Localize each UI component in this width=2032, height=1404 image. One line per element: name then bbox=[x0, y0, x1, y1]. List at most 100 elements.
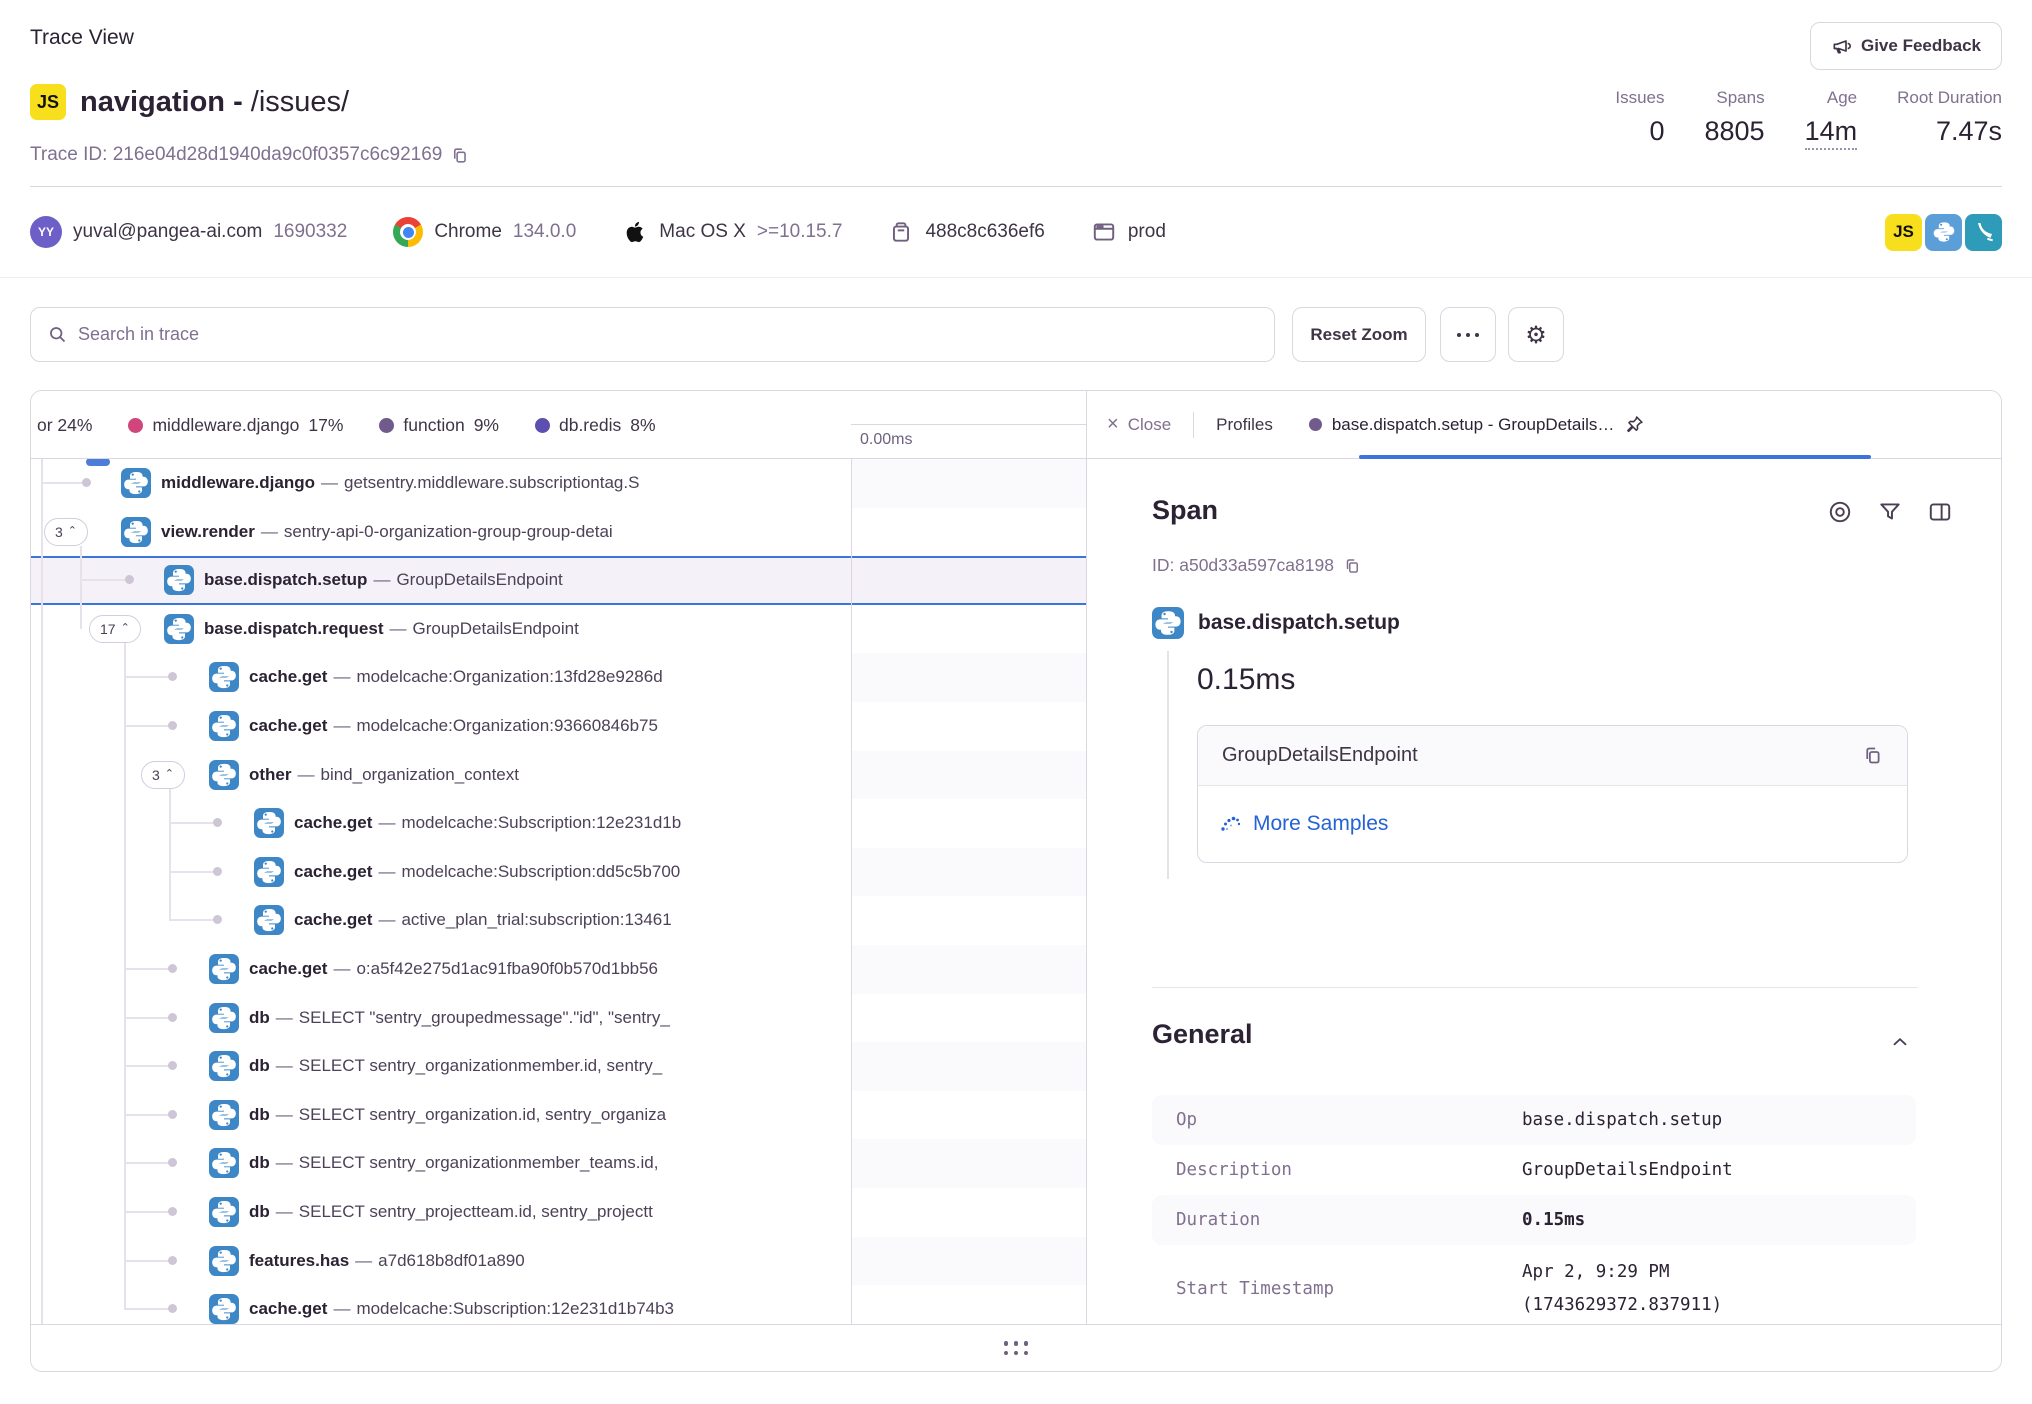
span-description: active_plan_trial:subscription:13461 bbox=[401, 910, 671, 929]
span-id-label: ID: a50d33a597ca8198 bbox=[1152, 555, 1334, 576]
tree-connector bbox=[124, 1211, 172, 1213]
stat-issues: Issues 0 bbox=[1615, 88, 1664, 150]
settings-gear-button[interactable]: ⚙ bbox=[1508, 307, 1564, 362]
op-desc-separator: — bbox=[367, 570, 396, 589]
span-name-cell: 3 ⌃ other—bind_organization_context bbox=[31, 751, 851, 800]
span-description: getsentry.middleware.subscriptiontag.S bbox=[344, 473, 639, 492]
kv-value: 0.15ms bbox=[1522, 1210, 1892, 1230]
span-description: SELECT sentry_organization.id, sentry_or… bbox=[299, 1105, 666, 1124]
span-op: cache.get bbox=[294, 813, 372, 832]
general-row-op: Opbase.dispatch.setup bbox=[1152, 1095, 1916, 1145]
span-op-name: base.dispatch.setup bbox=[1198, 611, 1400, 635]
trace-id: Trace ID: 216e04d28d1940da9c0f0357c6c921… bbox=[30, 144, 469, 166]
close-icon: × bbox=[1107, 413, 1119, 436]
tree-connector-dot bbox=[213, 867, 222, 876]
more-samples-link[interactable]: More Samples bbox=[1253, 812, 1388, 836]
legend-color-dot bbox=[128, 418, 143, 433]
tree-connector bbox=[41, 482, 86, 484]
span-description: modelcache:Organization:13fd28e9286d bbox=[356, 667, 662, 686]
trace-title-row: JS navigation - /issues/ bbox=[30, 84, 349, 120]
span-description: SELECT sentry_organizationmember_teams.i… bbox=[299, 1153, 659, 1172]
span-op: cache.get bbox=[294, 862, 372, 881]
span-name-cell: cache.get—modelcache:Organization:936608… bbox=[31, 702, 851, 751]
ops-breakdown-legend: or 24% middleware.django17% function9% d… bbox=[37, 391, 849, 459]
tree-connector bbox=[169, 919, 217, 921]
give-feedback-button[interactable]: Give Feedback bbox=[1810, 22, 2002, 70]
timeline-column-divider[interactable] bbox=[851, 391, 852, 1324]
span-op-color-dot bbox=[1309, 418, 1322, 431]
span-name-cell: 3 ⌃ view.render—sentry-api-0-organizatio… bbox=[31, 508, 851, 557]
span-op-row: base.dispatch.setup bbox=[1152, 607, 1400, 639]
tab-profiles[interactable]: Profiles bbox=[1216, 415, 1273, 435]
stat-value[interactable]: 14m bbox=[1805, 116, 1858, 150]
focus-icon[interactable] bbox=[1827, 499, 1853, 525]
browser-version: 134.0.0 bbox=[513, 221, 576, 243]
expand-collapse-badge[interactable]: 3 ⌃ bbox=[44, 518, 88, 546]
user-id: 1690332 bbox=[273, 221, 347, 243]
span-description: sentry-api-0-organization-group-group-de… bbox=[284, 522, 613, 541]
close-label: Close bbox=[1128, 415, 1171, 435]
give-feedback-label: Give Feedback bbox=[1861, 36, 1981, 56]
close-drawer-button[interactable]: × Close bbox=[1107, 413, 1171, 436]
platform-badge-python bbox=[1925, 214, 1962, 251]
span-op: db bbox=[249, 1153, 270, 1172]
child-count: 3 bbox=[152, 767, 160, 783]
reset-zoom-button[interactable]: Reset Zoom bbox=[1292, 307, 1426, 362]
resize-handle[interactable] bbox=[1004, 1341, 1029, 1355]
expand-collapse-badge[interactable]: 17 ⌃ bbox=[89, 615, 141, 643]
legend-label: middleware.django bbox=[152, 415, 299, 436]
legend-item-clipped: or 24% bbox=[37, 415, 92, 436]
row-stripe bbox=[851, 1237, 1086, 1286]
trace-waterfall-panel: or 24% middleware.django17% function9% d… bbox=[30, 390, 2002, 1372]
os-meta: Mac OS X >=10.15.7 bbox=[622, 219, 842, 245]
pin-icon[interactable] bbox=[1624, 414, 1645, 435]
copy-icon[interactable] bbox=[450, 146, 469, 165]
op-desc-separator: — bbox=[372, 813, 401, 832]
python-icon bbox=[254, 857, 284, 887]
search-input[interactable] bbox=[78, 324, 1258, 345]
row-stripe bbox=[851, 1042, 1086, 1091]
op-desc-separator: — bbox=[384, 619, 413, 638]
op-desc-separator: — bbox=[315, 473, 344, 492]
span-description: a7d618b8df01a890 bbox=[378, 1251, 525, 1270]
split-panel-icon[interactable] bbox=[1927, 499, 1953, 525]
span-op: features.has bbox=[249, 1251, 349, 1270]
span-duration: 0.15ms bbox=[1197, 663, 1295, 697]
span-op: cache.get bbox=[294, 910, 372, 929]
span-name-cell: base.dispatch.setup—GroupDetailsEndpoint bbox=[31, 556, 851, 605]
span-name-cell: db—SELECT "sentry_groupedmessage"."id", … bbox=[31, 994, 851, 1043]
tree-connector-dot bbox=[168, 1110, 177, 1119]
python-icon bbox=[209, 711, 239, 741]
chevron-up-icon: ⌃ bbox=[165, 767, 174, 780]
trace-stats: Issues 0Spans 8805Age 14mRoot Duration 7… bbox=[1615, 88, 2002, 150]
funnel-icon[interactable] bbox=[1877, 499, 1903, 525]
tree-connector-dot bbox=[125, 575, 134, 584]
span-op: middleware.django bbox=[161, 473, 315, 492]
tree-connector bbox=[124, 1260, 172, 1262]
environment-name: prod bbox=[1128, 221, 1166, 243]
kv-key: Description bbox=[1176, 1160, 1522, 1180]
expand-collapse-badge[interactable]: 3 ⌃ bbox=[141, 761, 185, 789]
tab-span-details[interactable]: base.dispatch.setup - GroupDetails… bbox=[1309, 414, 1646, 435]
legend-label: function bbox=[403, 415, 464, 436]
chevron-up-icon[interactable] bbox=[1889, 1031, 1911, 1053]
span-description: GroupDetailsEndpoint bbox=[396, 570, 562, 589]
trace-title-path: /issues/ bbox=[251, 86, 349, 118]
kv-key: Duration bbox=[1176, 1210, 1522, 1230]
drawer-guide-line bbox=[1167, 651, 1169, 879]
browser-meta: Chrome 134.0.0 bbox=[393, 217, 576, 247]
span-details-drawer: × Close Profiles base.dispatch.setup - G… bbox=[1086, 391, 2002, 1324]
tree-connector bbox=[124, 676, 172, 678]
span-name-cell: cache.get—o:a5f42e275d1ac91fba90f0b570d1… bbox=[31, 945, 851, 994]
general-key-value-table: Opbase.dispatch.setupDescriptionGroupDet… bbox=[1152, 1095, 1916, 1324]
span-op: db bbox=[249, 1056, 270, 1075]
span-op: cache.get bbox=[249, 667, 327, 686]
copy-icon[interactable] bbox=[1343, 557, 1361, 575]
more-options-button[interactable] bbox=[1440, 307, 1496, 362]
tree-connector bbox=[124, 1308, 172, 1310]
stat-value: 0 bbox=[1649, 116, 1664, 147]
copy-icon[interactable] bbox=[1862, 745, 1883, 766]
tree-connector-dot bbox=[82, 478, 91, 487]
span-op: base.dispatch.setup bbox=[204, 570, 367, 589]
python-icon bbox=[121, 517, 151, 547]
